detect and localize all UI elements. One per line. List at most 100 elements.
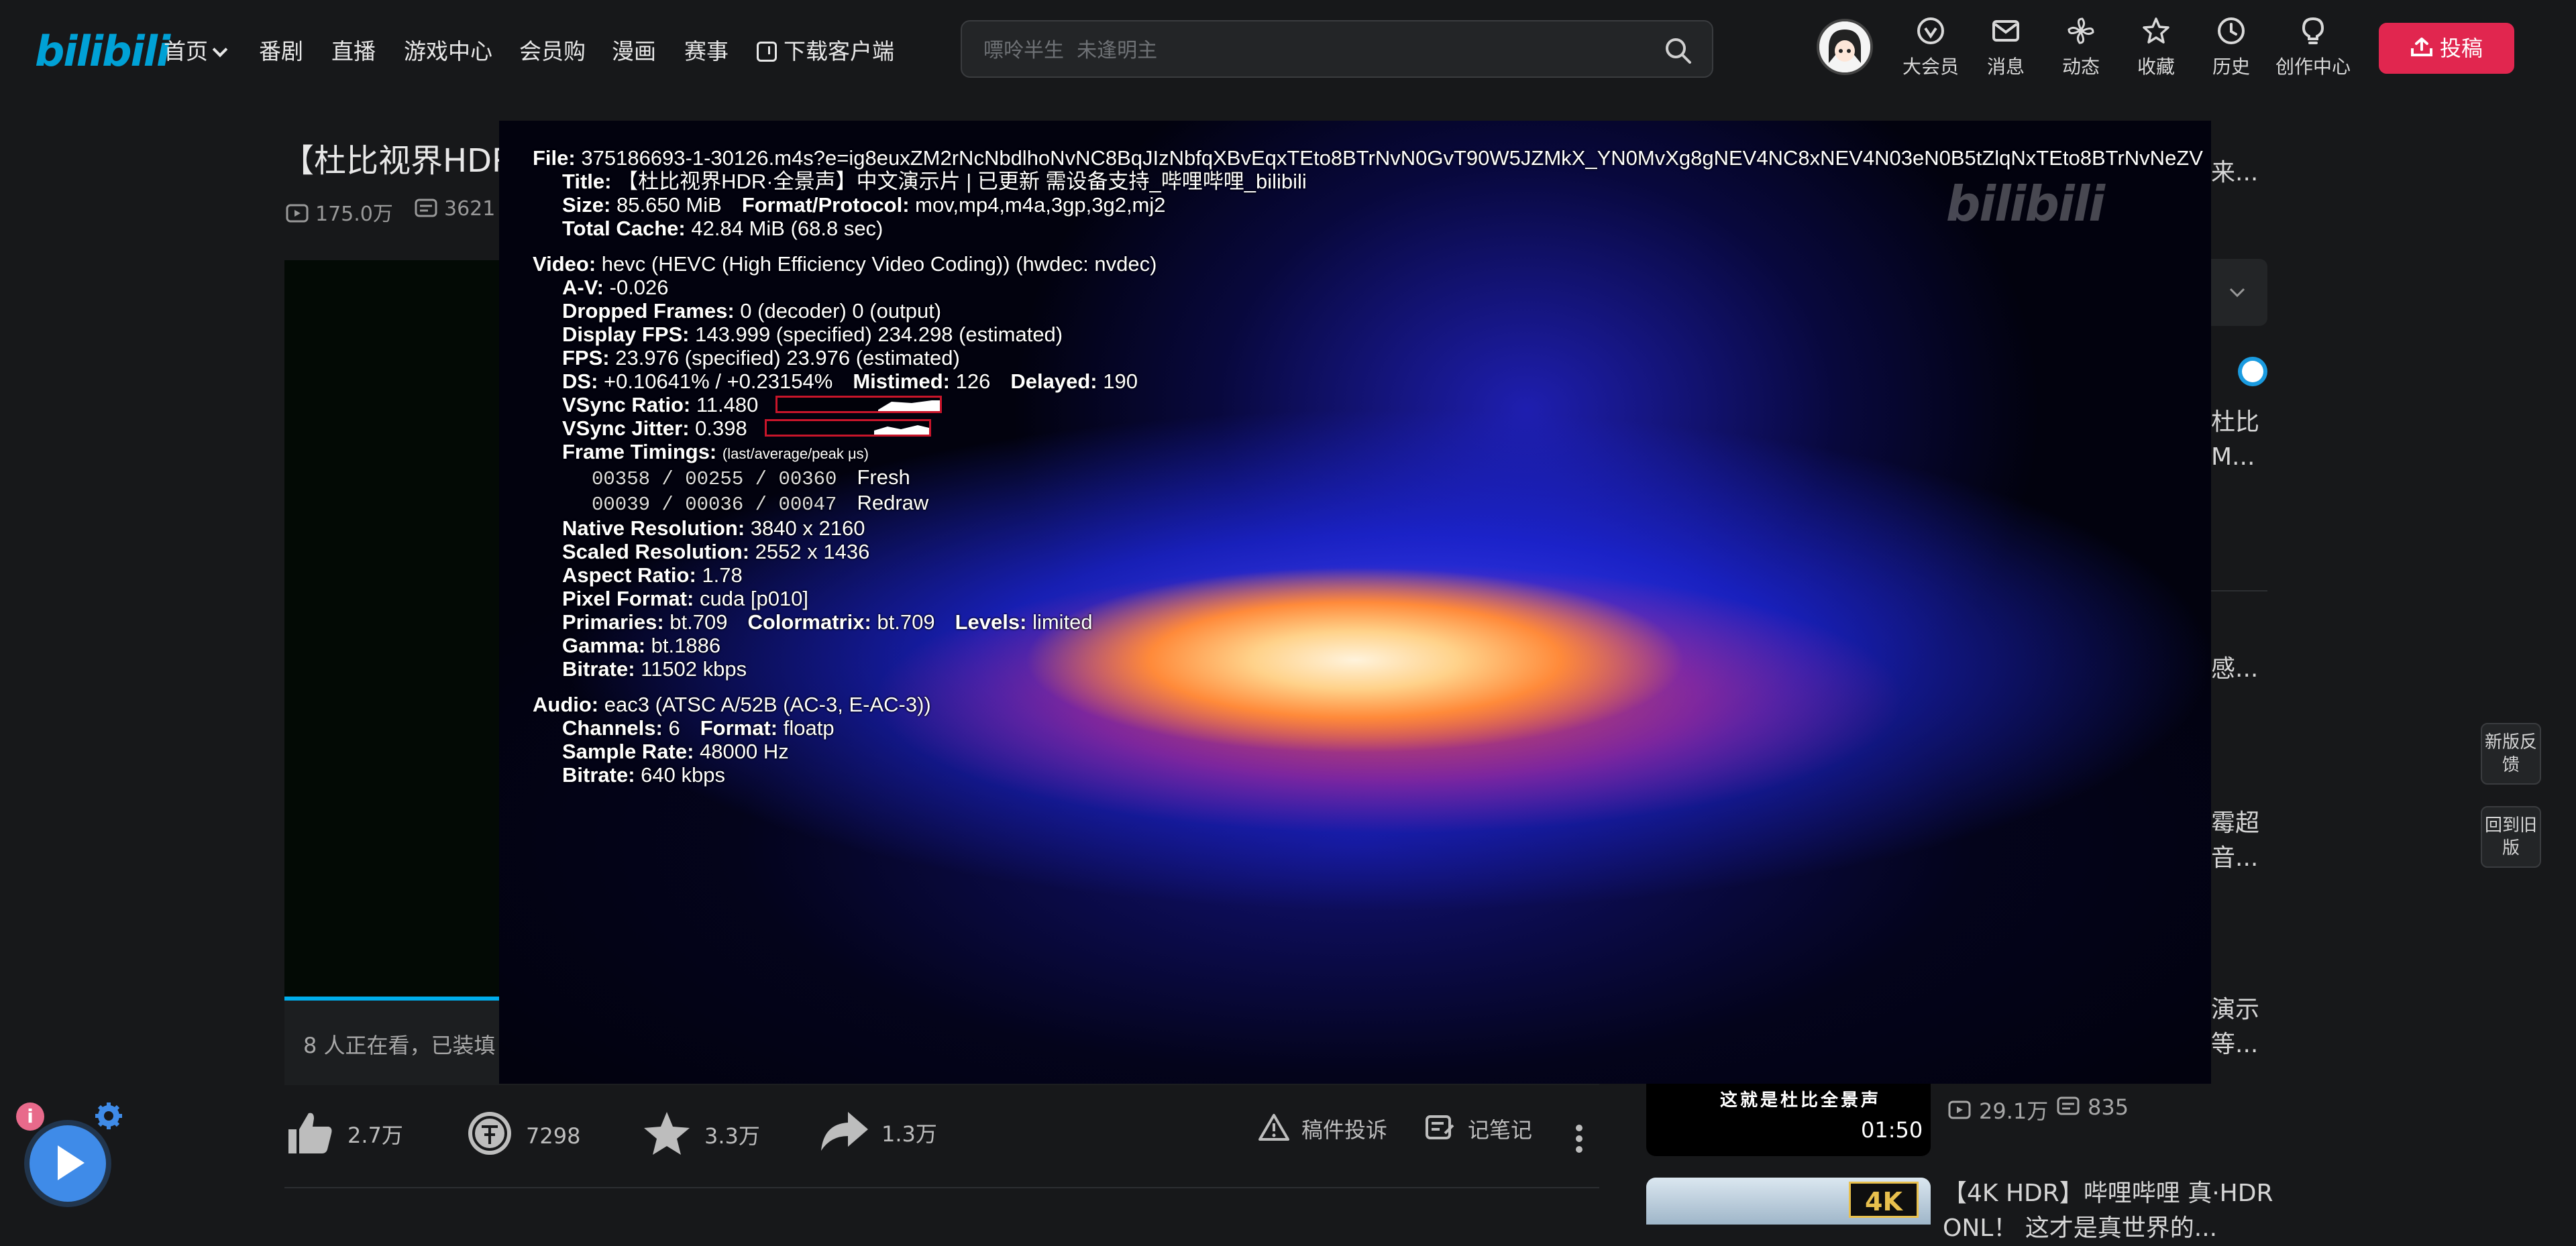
warning-icon (1258, 1114, 1289, 1141)
info-badge-icon[interactable]: i (16, 1102, 44, 1131)
stat-key: Bitrate: (562, 763, 635, 787)
recommendation-title-5[interactable]: 【4K HDR】哔哩哔哩 真·HDR ONL！ 这才是真世界的... (1943, 1176, 2273, 1246)
stat-key: Title: (562, 170, 612, 193)
stat-levels: limited (1032, 610, 1093, 634)
vip-label: 大会员 (1902, 56, 1959, 78)
avatar-image (1819, 21, 1870, 72)
clock-icon (2218, 17, 2245, 44)
stat-key: VSync Jitter: (562, 416, 690, 440)
vip-button[interactable]: 大会员 (1897, 16, 1964, 79)
creator-center-button[interactable]: 创作中心 (2275, 16, 2351, 79)
coin-icon (468, 1112, 511, 1155)
like-count: 2.7万 (347, 1123, 403, 1148)
stat-key: A-V: (562, 276, 604, 299)
nav-shop[interactable]: 会员购 (519, 34, 586, 66)
feedback-button[interactable]: 新版反馈 (2481, 723, 2541, 785)
danmaku-count-value: 3621 (444, 197, 496, 221)
stat-scaled-res: 2552 x 1436 (755, 540, 870, 563)
dynamics-button[interactable]: 动态 (2047, 16, 2114, 79)
stat-size: 85.650 MiB (616, 193, 722, 217)
top-header: bilibili 首页 番剧 直播 游戏中心 会员购 漫画 赛事 下载客户端 大… (0, 0, 2576, 101)
view-count: 175.0万 (286, 197, 393, 227)
stat-key: Size: (562, 193, 611, 217)
stat-primaries: bt.709 (669, 610, 728, 634)
stat-vsync-ratio: 11.480 (696, 393, 759, 416)
recommendation-title-3[interactable]: 霉超 音... (2211, 806, 2259, 876)
floating-play-button[interactable] (30, 1125, 106, 1202)
rec3-line1: 霉超 (2211, 809, 2260, 837)
rec4-line1: 演示 (2211, 996, 2260, 1023)
stat-vsync-jitter: 0.398 (695, 416, 747, 440)
playback-stats: File: 375186693-1-30126.m4s?e=ig8euxZM2r… (533, 146, 2203, 787)
dynamics-label: 动态 (2061, 56, 2100, 78)
favorite-button[interactable]: 3.3万 (641, 1112, 760, 1162)
stat-audio-format: floatp (783, 716, 835, 740)
messages-button[interactable]: 消息 (1972, 16, 2039, 79)
upload-button[interactable]: 投稿 (2379, 23, 2514, 74)
stat-key: DS: (562, 370, 598, 393)
recommendation-title-4[interactable]: 演示 等... (2211, 993, 2259, 1062)
share-arrow-icon (821, 1112, 868, 1151)
recommendation-title-1[interactable]: 杜比 M... (2211, 405, 2259, 475)
stat-key: Frame Timings: (562, 440, 717, 463)
like-button[interactable]: 2.7万 (284, 1113, 403, 1160)
note-icon (1426, 1115, 1454, 1139)
search-input[interactable] (982, 35, 1622, 66)
autoplay-toggle[interactable] (2238, 357, 2267, 386)
danmaku-icon (415, 199, 437, 217)
stat-key: Delayed: (1010, 370, 1097, 393)
creator-center-label: 创作中心 (2275, 56, 2351, 78)
nav-download-client[interactable]: 下载客户端 (757, 34, 894, 66)
nav-home-label: 首页 (164, 38, 208, 64)
play-count-icon (286, 204, 309, 222)
notes-button[interactable]: 记笔记 (1425, 1113, 1532, 1145)
bilibili-logo[interactable]: bilibili (35, 27, 170, 76)
rec1-line2: M... (2211, 443, 2255, 471)
stat-mistimed: 126 (955, 370, 991, 393)
stat-key: Gamma: (562, 634, 646, 657)
stat-key: Bitrate: (562, 657, 635, 681)
stat-file: 375186693-1-30126.m4s?e=ig8euxZM2rNcNbdl… (581, 146, 2203, 170)
favorites-button[interactable]: 收藏 (2123, 16, 2190, 79)
search-bar[interactable] (961, 20, 1713, 78)
share-count: 1.3万 (881, 1121, 937, 1147)
rec-danmaku-value: 835 (2088, 1094, 2129, 1120)
upload-label: 投稿 (2439, 36, 2483, 61)
report-button[interactable]: 稿件投诉 (1258, 1113, 1387, 1145)
nav-manga[interactable]: 漫画 (612, 34, 656, 66)
recommendation-title-2[interactable]: 感... (2211, 652, 2258, 687)
upload-icon (2410, 37, 2432, 56)
nav-live[interactable]: 直播 (331, 34, 376, 66)
rec-danmaku-count: 835 (2057, 1094, 2129, 1120)
vsync-jitter-graph (764, 418, 931, 437)
nav-esports[interactable]: 赛事 (684, 34, 729, 66)
stat-format: mov,mp4,m4a,3gp,3g2,mj2 (915, 193, 1166, 217)
stat-ds: +0.10641% / +0.23154% (604, 370, 833, 393)
coin-button[interactable]: 7298 (466, 1112, 581, 1162)
nav-anime[interactable]: 番剧 (259, 34, 303, 66)
messages-label: 消息 (1986, 56, 2025, 78)
search-icon[interactable] (1664, 36, 1692, 64)
stat-aspect: 1.78 (702, 563, 743, 587)
mail-icon (1992, 20, 2019, 42)
view-count-value: 175.0万 (315, 203, 393, 226)
avatar[interactable] (1817, 19, 1873, 75)
more-options-icon[interactable] (1575, 1124, 1583, 1156)
coin-count: 7298 (526, 1123, 581, 1149)
stat-sample-rate: 48000 Hz (700, 740, 789, 763)
stat-key: Native Resolution: (562, 516, 745, 540)
stat-timing-fresh: 00358 / 00255 / 00360 (592, 468, 837, 490)
nav-home[interactable]: 首页 (164, 34, 228, 66)
history-button[interactable]: 历史 (2198, 16, 2265, 79)
vip-icon (1917, 17, 1944, 44)
favorite-count: 3.3万 (704, 1123, 760, 1149)
lightbulb-icon (2302, 17, 2324, 44)
gear-icon[interactable] (94, 1101, 123, 1131)
old-version-button[interactable]: 回到旧版 (2481, 806, 2541, 868)
stat-display-fps: 143.999 (specified) 234.298 (estimated) (695, 323, 1063, 346)
nav-game-center[interactable]: 游戏中心 (404, 34, 492, 66)
stat-pixel-format: cuda [p010] (700, 587, 809, 610)
rec5-line1: 【4K HDR】哔哩哔哩 真·HDR (1943, 1180, 2273, 1207)
stat-key: Primaries: (562, 610, 664, 634)
share-button[interactable]: 1.3万 (818, 1112, 937, 1157)
